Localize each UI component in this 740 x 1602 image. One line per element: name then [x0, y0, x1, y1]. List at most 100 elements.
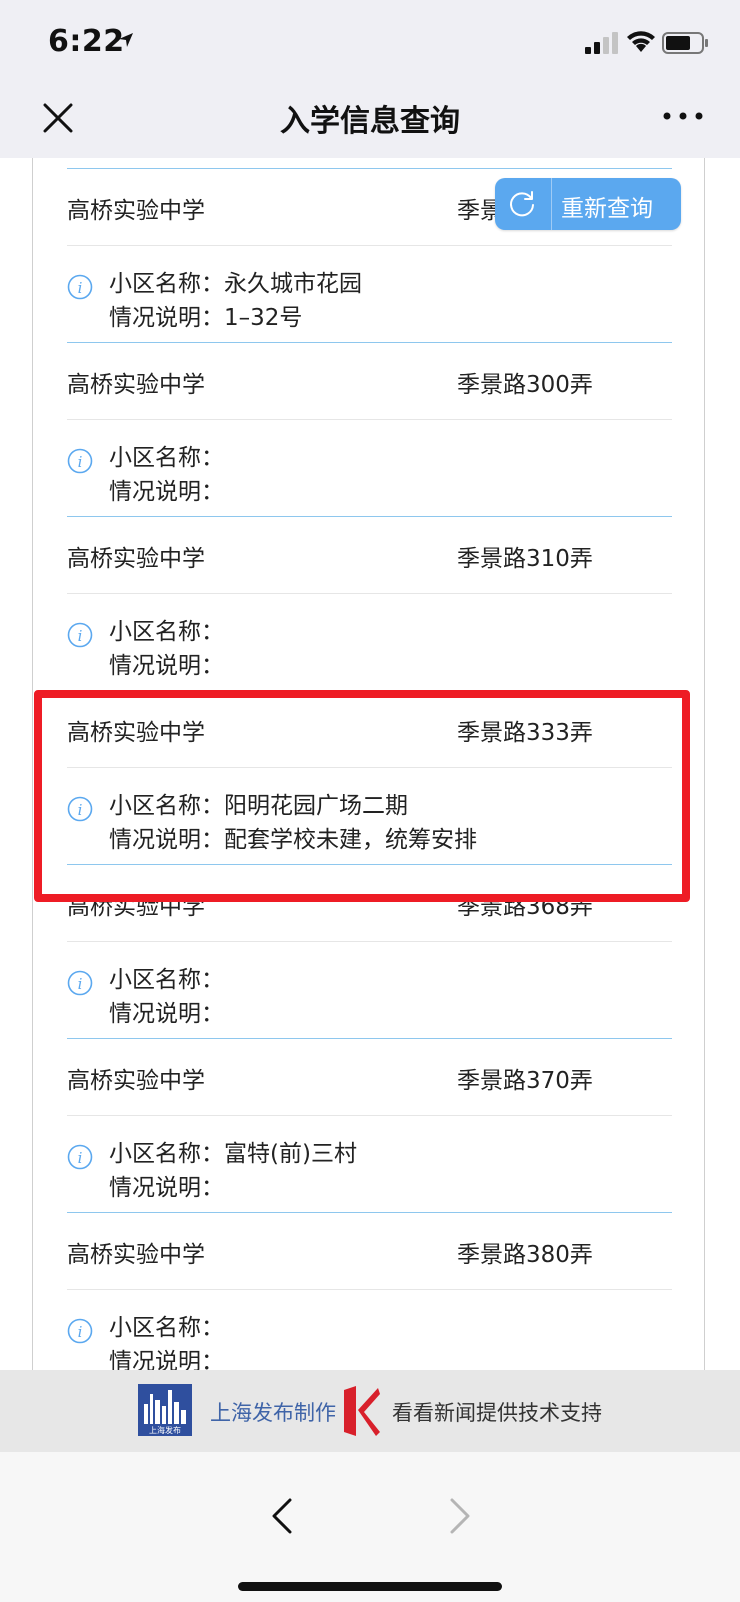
footer: 上海发布 上海发布制作 看看新闻提供技术支持 [0, 1370, 740, 1452]
list-item: 高桥实验中学 季景路380弄 i 小区名称： 情况说明： [67, 1212, 672, 1370]
note-line: 情况说明：1–32号 [109, 298, 302, 332]
svg-text:i: i [78, 627, 83, 645]
info-icon: i [67, 1144, 93, 1170]
school-name: 高桥实验中学 [67, 198, 205, 224]
community-label: 小区名称： [109, 619, 224, 645]
status-time: 6:22 [48, 24, 125, 59]
school-address: 季景路310弄 [457, 546, 593, 572]
note-line: 情况说明： [109, 994, 224, 1028]
back-arrow-icon[interactable] [270, 1496, 294, 1536]
list-item: 高桥实验中学 季景路370弄 i 小区名称：富特(前)三村 情况说明： [67, 1038, 672, 1212]
school-name: 高桥实验中学 [67, 894, 205, 920]
svg-text:i: i [78, 801, 83, 819]
info-row: i 小区名称： 情况说明： [67, 942, 672, 1038]
list-item: 高桥实验中学 季景路333弄 i 小区名称：阳明花园广场二期 情况说明：配套学校… [67, 690, 672, 864]
wifi-icon [627, 31, 655, 52]
note-label: 情况说明： [109, 1175, 224, 1201]
kankan-news-logo [344, 1386, 380, 1436]
more-options-icon[interactable] [660, 106, 706, 126]
requery-label: 重新查询 [561, 196, 653, 222]
note-label: 情况说明： [109, 479, 224, 505]
note-line: 情况说明： [109, 646, 224, 680]
info-row: i 小区名称：阳明花园广场二期 情况说明：配套学校未建，统筹安排 [67, 768, 672, 864]
community-label: 小区名称： [109, 1315, 224, 1341]
home-indicator [238, 1582, 502, 1591]
svg-text:i: i [78, 1149, 83, 1167]
page-title: 入学信息查询 [280, 104, 460, 139]
community-line: 小区名称： [109, 438, 224, 472]
school-row: 高桥实验中学 季景路300弄 [67, 343, 672, 420]
bottom-toolbar [0, 1452, 740, 1602]
community-line: 小区名称： [109, 1308, 224, 1342]
battery-icon [662, 32, 708, 54]
community-line: 小区名称：永久城市花园 [109, 264, 362, 298]
note-label: 情况说明： [109, 305, 224, 331]
community-name: 富特(前)三村 [224, 1141, 357, 1167]
svg-text:i: i [78, 975, 83, 993]
svg-text:i: i [78, 453, 83, 471]
info-icon: i [67, 274, 93, 300]
note-line: 情况说明： [109, 472, 224, 506]
school-address: 季景路300弄 [457, 372, 593, 398]
info-icon: i [67, 1318, 93, 1344]
school-name: 高桥实验中学 [67, 546, 205, 572]
school-address: 季景路368弄 [457, 894, 593, 920]
svg-text:上海发布: 上海发布 [149, 1425, 181, 1435]
support-text: 看看新闻提供技术支持 [392, 1401, 602, 1425]
community-name: 永久城市花园 [224, 271, 362, 297]
school-row: 高桥实验中学 季景路368弄 [67, 865, 672, 942]
info-row: i 小区名称： 情况说明： [67, 1290, 672, 1370]
community-line: 小区名称：富特(前)三村 [109, 1134, 357, 1168]
svg-text:i: i [78, 1323, 83, 1341]
result-content[interactable]: 高桥实验中学 季景 i 小区名称：永久城市花园 情况说明：1–32号 高桥实验中… [0, 158, 740, 1370]
info-icon: i [67, 622, 93, 648]
forward-arrow-icon[interactable] [448, 1496, 472, 1536]
school-row: 高桥实验中学 季景路380弄 [67, 1213, 672, 1290]
producer-text: 上海发布制作 [210, 1401, 336, 1425]
school-row: 高桥实验中学 季景路370弄 [67, 1039, 672, 1116]
note-label: 情况说明： [109, 1349, 224, 1370]
info-icon: i [67, 970, 93, 996]
note-text: 配套学校未建，统筹安排 [224, 827, 477, 853]
cellular-signal-icon [585, 32, 618, 54]
community-label: 小区名称： [109, 271, 224, 297]
community-name: 阳明花园广场二期 [224, 793, 408, 819]
note-label: 情况说明： [109, 827, 224, 853]
list-item: 高桥实验中学 季景路310弄 i 小区名称： 情况说明： [67, 516, 672, 690]
nav-bar: 入学信息查询 [0, 88, 740, 159]
community-line: 小区名称： [109, 612, 224, 646]
note-line: 情况说明： [109, 1342, 224, 1370]
community-label: 小区名称： [109, 445, 224, 471]
community-line: 小区名称： [109, 960, 224, 994]
button-divider [551, 178, 552, 230]
community-line: 小区名称：阳明花园广场二期 [109, 786, 408, 820]
community-label: 小区名称： [109, 793, 224, 819]
status-bar: 6:22 [0, 0, 740, 88]
community-label: 小区名称： [109, 967, 224, 993]
note-label: 情况说明： [109, 1001, 224, 1027]
school-address: 季景路370弄 [457, 1068, 593, 1094]
info-row: i 小区名称： 情况说明： [67, 594, 672, 690]
info-icon: i [67, 448, 93, 474]
shanghai-fabu-logo: 上海发布 [138, 1384, 192, 1436]
location-arrow-icon [119, 33, 133, 47]
note-text: 1–32号 [224, 305, 303, 331]
school-address: 季景路380弄 [457, 1242, 593, 1268]
school-row: 高桥实验中学 季景路333弄 [67, 691, 672, 768]
school-row: 高桥实验中学 季景路310弄 [67, 517, 672, 594]
info-row: i 小区名称：永久城市花园 情况说明：1–32号 [67, 246, 672, 342]
refresh-icon [510, 191, 534, 217]
info-row: i 小区名称： 情况说明： [67, 420, 672, 516]
note-line: 情况说明： [109, 1168, 224, 1202]
school-name: 高桥实验中学 [67, 1068, 205, 1094]
svg-text:i: i [78, 279, 83, 297]
note-line: 情况说明：配套学校未建，统筹安排 [109, 820, 477, 854]
school-name: 高桥实验中学 [67, 1242, 205, 1268]
community-label: 小区名称： [109, 1141, 224, 1167]
info-row: i 小区名称：富特(前)三村 情况说明： [67, 1116, 672, 1212]
list-item: 高桥实验中学 季景路300弄 i 小区名称： 情况说明： [67, 342, 672, 516]
school-name: 高桥实验中学 [67, 720, 205, 746]
result-list: 高桥实验中学 季景 i 小区名称：永久城市花园 情况说明：1–32号 高桥实验中… [67, 168, 672, 1370]
note-label: 情况说明： [109, 653, 224, 679]
requery-button[interactable]: 重新查询 [495, 178, 681, 230]
